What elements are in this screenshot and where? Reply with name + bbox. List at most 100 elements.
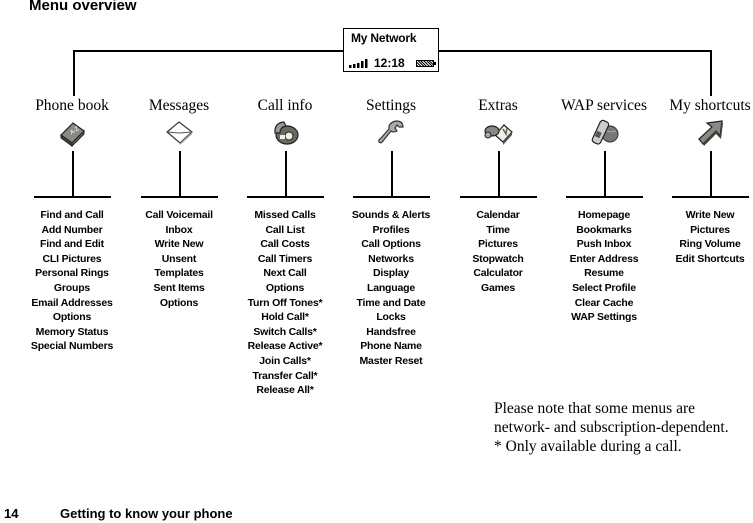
submenu-item: Write New [154, 238, 204, 251]
submenu-item: CLI Pictures [42, 252, 102, 265]
phone-screen: My Network 12:18 [343, 28, 439, 72]
submenu-list: Calendar Time Pictures Stopwatch Calculator G… [472, 208, 523, 296]
submenu-item: Turn Off Tones* [247, 296, 323, 309]
wap-globe-icon [589, 117, 619, 147]
page-number: 14 [4, 506, 19, 521]
submenu-item: Join Calls* [259, 354, 311, 367]
submenu-item: Resume [584, 267, 624, 280]
menu-title: Call info [257, 97, 313, 114]
submenu-item: Inbox [165, 223, 193, 236]
menu-title: Phone book [35, 97, 109, 114]
column-stem-line [604, 151, 606, 197]
submenu-item: Pictures [478, 238, 518, 251]
extras-icon [483, 117, 513, 147]
submenu-item: Phone Name [360, 340, 422, 353]
submenu-item: Release Active* [247, 340, 323, 353]
submenu-item: Networks [368, 252, 414, 265]
submenu-item: Bookmarks [576, 223, 632, 236]
submenu-item: Templates [154, 267, 204, 280]
telephone-icon [270, 117, 300, 147]
submenu-item: Handsfree [366, 325, 416, 338]
column-bar-line [566, 196, 643, 198]
submenu-item: Add Number [41, 223, 103, 236]
envelope-icon [164, 117, 194, 147]
submenu-item: Time and Date [356, 296, 426, 309]
submenu-item: Release All* [256, 384, 314, 397]
submenu-item: Calendar [476, 209, 520, 221]
submenu-item: Options [265, 281, 305, 294]
submenu-item: Find and Call [40, 209, 104, 221]
submenu-item: Time [486, 223, 510, 236]
submenu-list: Sounds & Alerts Profiles Call Options Netwo… [352, 208, 430, 369]
page-heading: Menu overview [29, 0, 137, 14]
submenu-item: Locks [376, 311, 406, 324]
column-bar-line [247, 196, 324, 198]
submenu-item: WAP Settings [571, 311, 637, 324]
submenu-list: Missed Calls Call List Call Costs Call Time… [248, 208, 323, 398]
submenu-item: Special Numbers [30, 340, 114, 353]
submenu-list: Write New Pictures Ring Volume Edit Shortcu… [676, 208, 745, 266]
submenu-item: Call Voicemail [145, 209, 213, 221]
submenu-item: Games [480, 281, 516, 294]
column-stem-line [710, 151, 712, 197]
submenu-item: Call Timers [257, 252, 313, 265]
submenu-item: Switch Calls* [253, 325, 317, 338]
column-bar-line [460, 196, 537, 198]
submenu-item: Groups [53, 281, 91, 294]
column-bar-line [34, 196, 111, 198]
wrench-icon [376, 117, 406, 147]
submenu-item: Profiles [372, 223, 410, 236]
submenu-item: Call Costs [260, 238, 310, 251]
menu-title: Messages [148, 97, 210, 114]
submenu-item: Pictures [690, 223, 730, 236]
chapter-title: Getting to know your phone [60, 506, 233, 521]
left-connector-line [73, 50, 75, 96]
submenu-item: Call List [265, 223, 305, 236]
submenu-item: Find and Edit [40, 238, 104, 251]
submenu-item: Edit Shortcuts [675, 252, 745, 265]
submenu-item: Select Profile [572, 281, 636, 294]
phonebook-icon: A-Z [57, 117, 87, 148]
submenu-item: Language [366, 281, 415, 294]
submenu-item: Personal Rings [35, 267, 109, 280]
battery-icon [416, 60, 436, 67]
menu-title: My shortcuts [669, 97, 751, 114]
submenu-item: Master Reset [359, 354, 423, 367]
column-bar-line [141, 196, 218, 198]
submenu-item: Write New [685, 209, 735, 221]
submenu-item: Stopwatch [472, 252, 524, 265]
submenu-list: Call Voicemail Inbox Write New Unsent Templa… [145, 208, 213, 310]
submenu-list: Find and Call Add Number Find and Edit CLI … [31, 208, 113, 354]
submenu-item: Options [159, 296, 199, 309]
submenu-list: Homepage Bookmarks Push Inbox Enter Address… [570, 208, 639, 325]
submenu-item: Unsent [161, 252, 197, 265]
clock-time: 12:18 [374, 56, 405, 70]
submenu-item: Options [52, 311, 92, 324]
submenu-item: Email Addresses [31, 296, 113, 309]
submenu-item: Transfer Call* [252, 369, 318, 382]
column-stem-line [391, 151, 393, 197]
availability-note: Please note that some menus are network-… [494, 399, 729, 456]
submenu-item: Calculator [473, 267, 523, 280]
menu-title: Settings [366, 97, 416, 114]
column-stem-line [72, 151, 74, 197]
arrow-up-right-icon [695, 117, 725, 147]
note-line-2: network- and subscription-dependent. [494, 419, 729, 436]
submenu-item: Clear Cache [574, 296, 634, 309]
column-stem-line [498, 151, 500, 197]
column-bar-line [672, 196, 749, 198]
network-name: My Network [351, 31, 417, 45]
submenu-item: Display [373, 267, 409, 280]
note-line-3: * Only available during a call. [494, 438, 682, 455]
column-stem-line [179, 151, 181, 197]
right-connector-line [710, 50, 712, 96]
submenu-item: Next Call [263, 267, 307, 280]
submenu-item: Missed Calls [254, 209, 316, 221]
column-stem-line [285, 151, 287, 197]
submenu-item: Sounds & Alerts [351, 209, 431, 221]
submenu-item: Hold Call* [261, 311, 309, 324]
signal-bars-icon [349, 59, 368, 68]
menu-title: WAP services [561, 97, 647, 114]
note-line-1: Please note that some menus are [494, 400, 696, 417]
submenu-item: Homepage [577, 209, 631, 221]
